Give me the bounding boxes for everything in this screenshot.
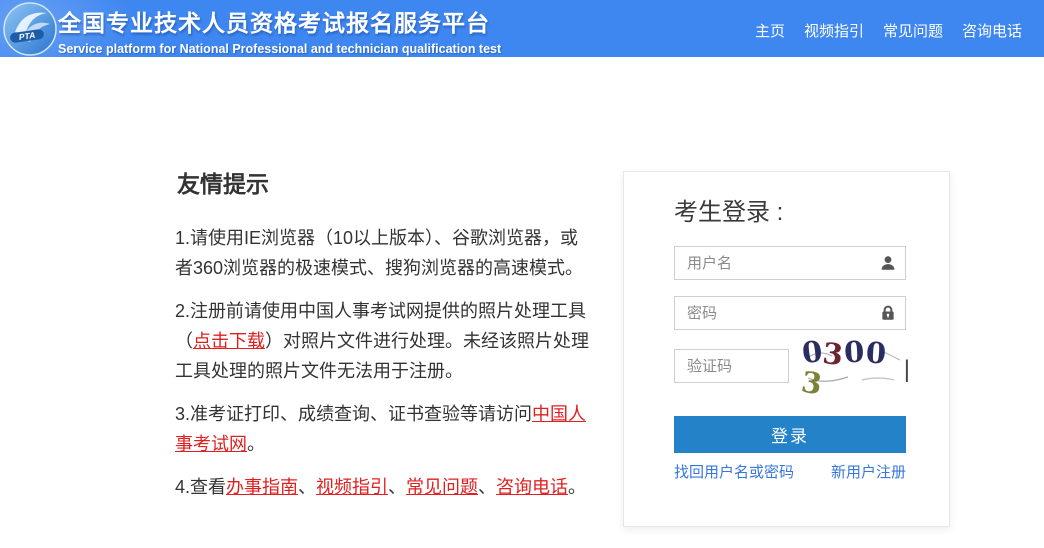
site-title: 全国专业技术人员资格考试报名服务平台 (58, 10, 490, 36)
forgot-password-link[interactable]: 找回用户名或密码 (674, 461, 794, 482)
nav-link-home[interactable]: 主页 (755, 20, 785, 41)
password-input[interactable] (674, 296, 906, 330)
tip-text: 。 (247, 434, 265, 454)
tip-text: 1.请使用IE浏览器（10以上版本）、谷歌浏览器，或 者360浏览器的极速模式、… (175, 228, 584, 278)
page: PTA 全国专业技术人员资格考试报名服务平台 Service platform … (0, 0, 1044, 548)
captcha-row: 03003 | (674, 334, 910, 402)
header: PTA 全国专业技术人员资格考试报名服务平台 Service platform … (0, 0, 1044, 57)
tip-text: 4.查看 (175, 477, 227, 497)
tip-link[interactable]: 常见问题 (406, 477, 478, 497)
lock-icon (879, 304, 897, 322)
tip-text: 3.准考证打印、成绩查询、证书查验等请访问 (175, 404, 533, 424)
captcha-digits: 03003 (799, 334, 901, 402)
tip-item: 3.准考证打印、成绩查询、证书查验等请访问中国人 事考试网。 (175, 399, 615, 459)
captcha-digit: 3 (821, 335, 846, 373)
tip-text: 。 (568, 477, 587, 497)
site-subtitle: Service platform for National Profession… (58, 42, 502, 56)
nav-link-phone[interactable]: 咨询电话 (962, 20, 1022, 41)
header-titles: 全国专业技术人员资格考试报名服务平台 Service platform for … (58, 4, 501, 56)
tip-item: 2.注册前请使用中国人事考试网提供的照片处理工具 （点击下载）对照片文件进行处理… (175, 296, 615, 386)
captcha-image[interactable]: 03003 | (799, 334, 910, 402)
tip-item: 4.查看办事指南、视频指引、常见问题、咨询电话。 (175, 472, 615, 502)
captcha-input[interactable] (674, 349, 789, 383)
tip-link[interactable]: 咨询电话 (496, 477, 568, 497)
username-field (674, 246, 906, 280)
captcha-digit: 0 (843, 334, 867, 370)
tip-link[interactable]: 办事指南 (226, 477, 298, 497)
login-links: 找回用户名或密码 新用户注册 (674, 461, 906, 482)
tip-text: 、 (298, 477, 317, 497)
tip-link[interactable]: 视频指引 (316, 477, 388, 497)
password-field (674, 296, 906, 330)
header-nav: 主页 视频指引 常见问题 咨询电话 (755, 20, 1022, 41)
register-link[interactable]: 新用户注册 (831, 461, 906, 482)
tips-list: 1.请使用IE浏览器（10以上版本）、谷歌浏览器，或 者360浏览器的极速模式、… (175, 223, 615, 502)
captcha-digit: 0 (864, 335, 888, 371)
login-panel: 考生登录 : 用户名 验证码 03003 | 登录 找回用户名或密码 新用户注册 (623, 171, 950, 527)
captcha-caret: | (903, 356, 910, 383)
tips-section: 友情提示 1.请使用IE浏览器（10以上版本）、谷歌浏览器，或 者360浏览器的… (175, 165, 615, 515)
nav-link-faq[interactable]: 常见问题 (883, 20, 943, 41)
tip-item: 1.请使用IE浏览器（10以上版本）、谷歌浏览器，或 者360浏览器的极速模式、… (175, 223, 615, 283)
tip-text: 、 (478, 477, 497, 497)
login-button[interactable]: 登录 (674, 416, 906, 453)
tip-text: 、 (388, 477, 407, 497)
username-input[interactable] (674, 246, 906, 280)
login-title: 考生登录 : (674, 199, 784, 226)
tips-heading: 友情提示 (177, 171, 269, 197)
pta-logo-icon: PTA (3, 2, 57, 56)
nav-link-video-guide[interactable]: 视频指引 (804, 20, 864, 41)
tip-link[interactable]: 点击下载 (193, 331, 265, 351)
user-icon (879, 254, 897, 272)
captcha-digit: 3 (799, 364, 826, 402)
